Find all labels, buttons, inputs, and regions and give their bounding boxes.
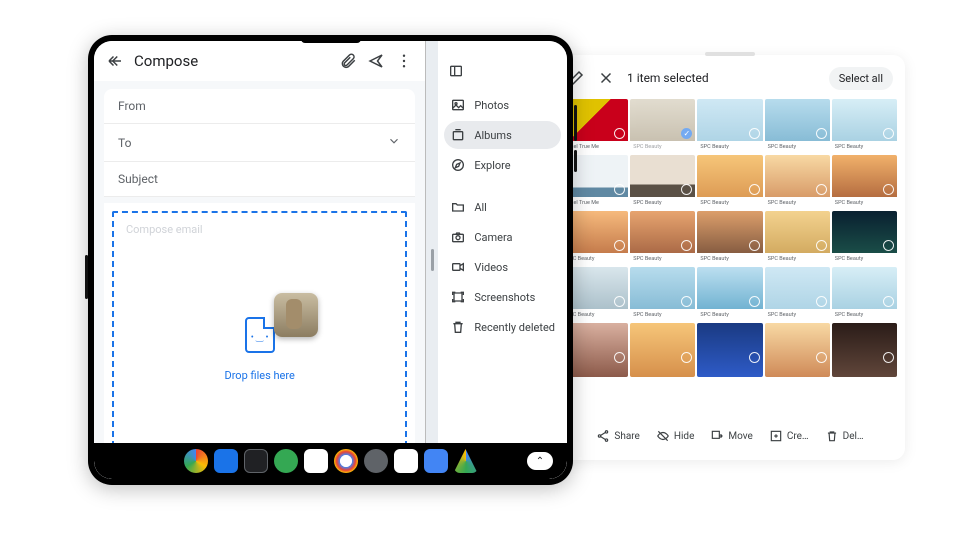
back-icon[interactable] <box>106 52 124 70</box>
split-handle[interactable] <box>426 41 438 479</box>
attach-icon[interactable] <box>339 52 357 70</box>
photo-thumb[interactable]: SPC Beauty <box>832 211 897 265</box>
selection-count: 1 item selected <box>627 71 709 85</box>
app-chrome[interactable] <box>334 449 358 473</box>
nav-all[interactable]: All <box>444 193 561 221</box>
compose-body[interactable]: Compose email • ‿ • Drop files here <box>104 203 415 475</box>
send-icon[interactable] <box>367 52 385 70</box>
fold-screen: Compose From To <box>94 41 567 479</box>
trash-icon <box>450 319 466 335</box>
move-icon <box>710 429 724 443</box>
overflow-icon[interactable] <box>395 52 413 70</box>
body-placeholder: Compose email <box>126 223 203 236</box>
gallery-panel: 1 item selected Select all Pixel True Me… <box>555 55 905 460</box>
chevron-down-icon[interactable] <box>387 134 401 151</box>
gallery-nav: Photos Albums Explore All Camera Vid <box>438 41 567 479</box>
photo-thumb-selected[interactable]: SPC Beauty <box>630 99 695 153</box>
grip-icon <box>431 249 434 271</box>
app-gmail[interactable] <box>394 449 418 473</box>
app-messages[interactable] <box>304 449 328 473</box>
nav-albums[interactable]: Albums <box>444 121 561 149</box>
nav-camera[interactable]: Camera <box>444 223 561 251</box>
file-smile-icon: • ‿ • <box>245 317 275 353</box>
gallery-header: 1 item selected Select all <box>563 61 897 95</box>
nav-photos[interactable]: Photos <box>444 91 561 119</box>
drop-zone[interactable]: Compose email • ‿ • Drop files here <box>112 211 407 467</box>
camera-icon <box>450 229 466 245</box>
image-icon <box>450 97 466 113</box>
photo-thumb[interactable]: SPC Beauty <box>630 211 695 265</box>
photo-thumb[interactable] <box>630 323 695 377</box>
fold-device: Compose From To <box>88 35 573 485</box>
nav-recently-deleted[interactable]: Recently deleted <box>444 313 561 341</box>
nav-videos[interactable]: Videos <box>444 253 561 281</box>
photo-thumb[interactable]: SPC Beauty <box>765 267 830 321</box>
folder-icon <box>450 199 466 215</box>
photo-thumb[interactable]: SPC Beauty <box>765 155 830 209</box>
trash-icon <box>825 429 839 443</box>
compose-title: Compose <box>134 52 329 70</box>
app-allapps[interactable] <box>184 449 208 473</box>
app-drive[interactable] <box>454 449 478 473</box>
from-field[interactable]: From <box>104 89 415 124</box>
video-icon <box>450 259 466 275</box>
photo-thumb[interactable]: SPC Beauty <box>697 267 762 321</box>
photo-thumb[interactable]: SPC Beauty <box>832 155 897 209</box>
app-gallery[interactable] <box>424 449 448 473</box>
photo-thumb[interactable] <box>697 323 762 377</box>
share-icon <box>596 429 610 443</box>
photo-thumb[interactable]: SPC Beauty <box>697 211 762 265</box>
panel-icon[interactable] <box>448 63 464 79</box>
taskbar: ⌃ <box>94 443 567 479</box>
album-icon <box>450 127 466 143</box>
photo-thumb[interactable]: SPC Beauty <box>765 211 830 265</box>
hinge-edge <box>85 255 88 299</box>
photo-thumb[interactable]: SPC Beauty <box>832 99 897 153</box>
photo-thumb[interactable]: SPC Beauty <box>697 99 762 153</box>
volume-button <box>574 105 577 141</box>
photo-thumb[interactable]: SPC Beauty <box>697 155 762 209</box>
screenshot-icon <box>450 289 466 305</box>
compose-fields: From To Subject <box>104 89 415 197</box>
explore-icon <box>450 157 466 173</box>
delete-button[interactable]: Del… <box>825 429 864 443</box>
create-icon <box>769 429 783 443</box>
compose-pane: Compose From To <box>94 41 426 479</box>
app-camera[interactable] <box>364 449 388 473</box>
compose-toolbar: Compose <box>94 41 425 81</box>
nav-explore[interactable]: Explore <box>444 151 561 179</box>
hide-icon <box>656 429 670 443</box>
create-button[interactable]: Cre… <box>769 429 809 443</box>
photo-thumb[interactable] <box>765 323 830 377</box>
photo-thumb[interactable]: SPC Beauty <box>630 155 695 209</box>
share-button[interactable]: Share <box>596 429 639 443</box>
hide-button[interactable]: Hide <box>656 429 695 443</box>
app-files[interactable] <box>244 449 268 473</box>
close-icon[interactable] <box>597 69 615 87</box>
photo-thumb[interactable] <box>832 323 897 377</box>
dragged-photo[interactable] <box>274 293 318 337</box>
app-search[interactable] <box>214 449 238 473</box>
nav-screenshots[interactable]: Screenshots <box>444 283 561 311</box>
gallery-action-bar: Share Hide Move Cre… Del… <box>563 420 897 452</box>
photo-thumb[interactable]: SPC Beauty <box>630 267 695 321</box>
subject-field[interactable]: Subject <box>104 162 415 197</box>
select-all-button[interactable]: Select all <box>829 67 893 90</box>
move-button[interactable]: Move <box>710 429 752 443</box>
photo-thumb[interactable]: SPC Beauty <box>832 267 897 321</box>
power-button <box>574 150 577 172</box>
photo-thumb[interactable]: SPC Beauty <box>765 99 830 153</box>
app-phone[interactable] <box>274 449 298 473</box>
drop-hint: Drop files here <box>224 369 294 382</box>
photo-grid: Pixel True Me SPC Beauty SPC Beauty SPC … <box>563 99 897 416</box>
nav-pill[interactable]: ⌃ <box>527 452 553 470</box>
to-field[interactable]: To <box>104 124 415 162</box>
device-notch <box>705 52 755 56</box>
